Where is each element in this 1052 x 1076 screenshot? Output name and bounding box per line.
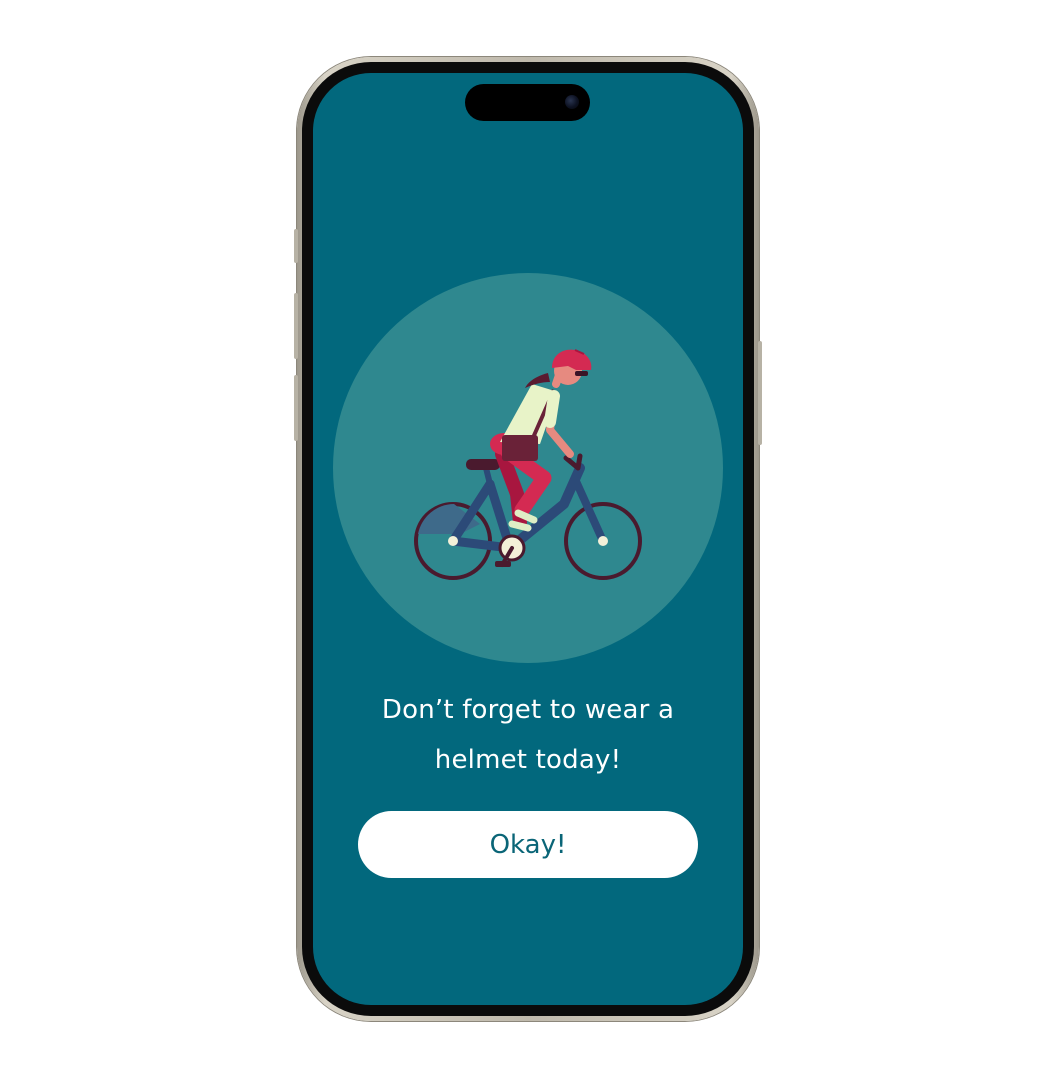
power-button: [758, 341, 762, 445]
okay-button[interactable]: Okay!: [358, 811, 698, 878]
phone-frame: Don’t forget to wear a helmet today! Oka…: [294, 57, 762, 1021]
helmet-reminder-message: Don’t forget to wear a helmet today!: [353, 685, 703, 785]
app-screen: Don’t forget to wear a helmet today! Oka…: [313, 73, 743, 1005]
volume-down-button: [294, 375, 298, 441]
message-line-2: helmet today!: [434, 745, 622, 775]
dynamic-island: [465, 84, 590, 121]
front-camera-icon: [565, 95, 579, 109]
message-line-1: Don’t forget to wear a: [381, 695, 675, 725]
volume-up-button: [294, 293, 298, 359]
cyclist-illustration: [333, 273, 723, 663]
action-button: [294, 229, 298, 263]
